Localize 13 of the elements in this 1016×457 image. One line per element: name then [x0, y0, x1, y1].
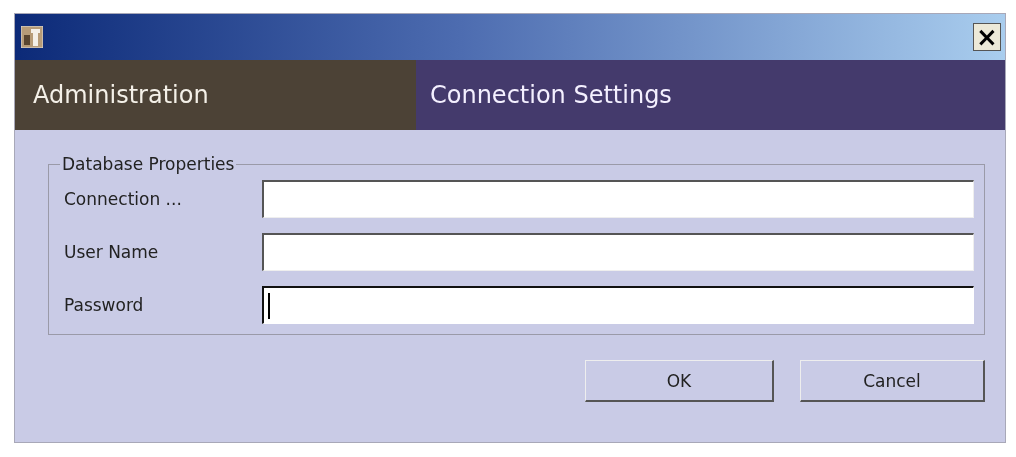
- group-title: Database Properties: [61, 154, 236, 174]
- page-header: Connection Settings: [416, 60, 1005, 130]
- dialog-button[interactable]: OK: [585, 360, 774, 402]
- field-label: Connection ...: [64, 189, 183, 209]
- input-field[interactable]: [262, 180, 974, 218]
- section-header: Administration: [15, 60, 416, 130]
- dialog-button[interactable]: Cancel: [800, 360, 985, 402]
- input-field[interactable]: [262, 233, 974, 271]
- input-field[interactable]: [262, 286, 974, 324]
- close-button[interactable]: ×: [973, 23, 1001, 51]
- field-label: Password: [64, 295, 145, 315]
- app-logo-icon: [21, 26, 43, 48]
- field-label: User Name: [64, 242, 160, 262]
